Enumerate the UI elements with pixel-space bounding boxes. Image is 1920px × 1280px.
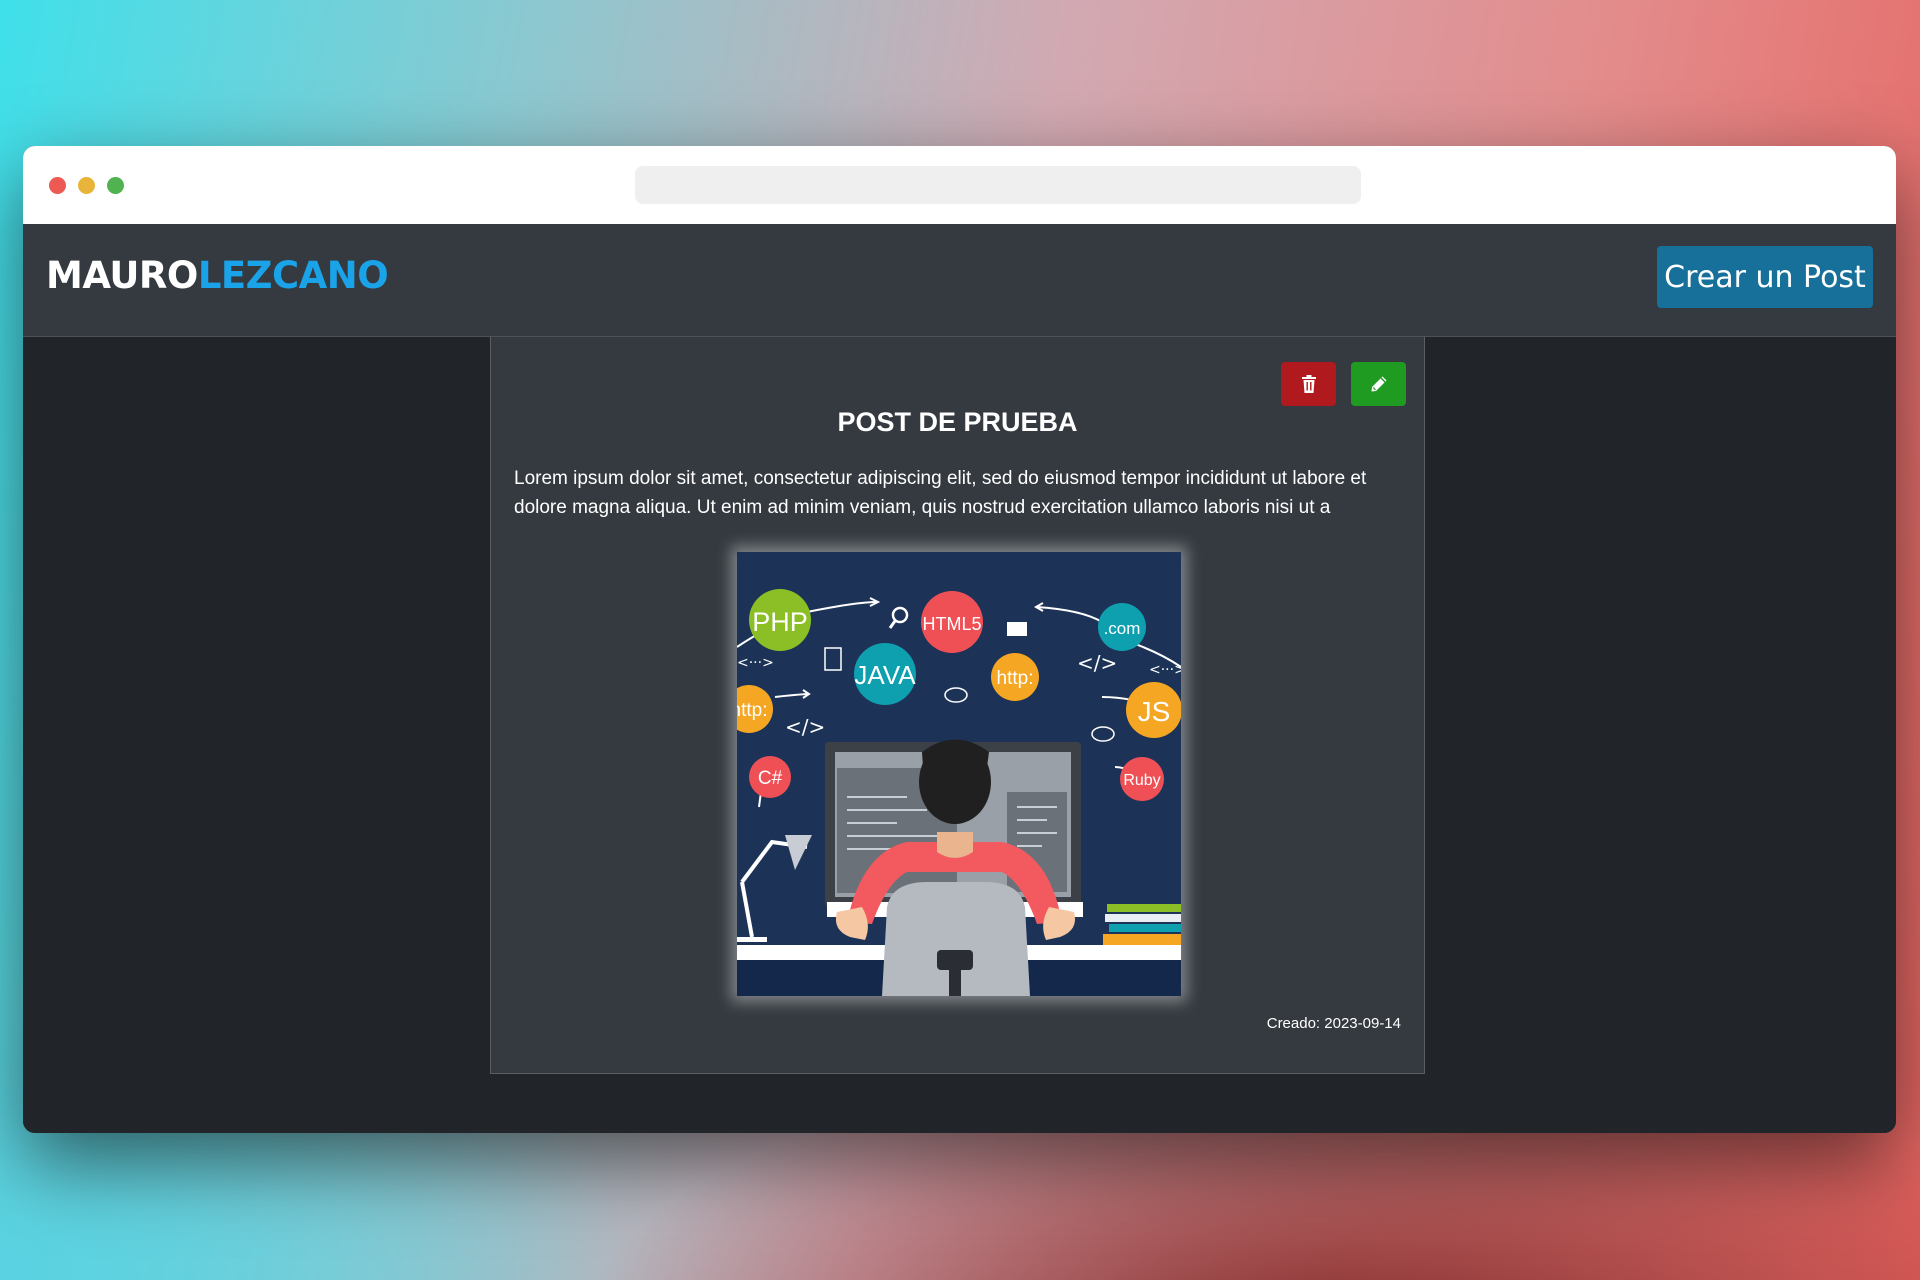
java-badge: JAVA bbox=[854, 643, 916, 705]
edit-post-button[interactable] bbox=[1351, 362, 1406, 406]
post-body: Lorem ipsum dolor sit amet, consectetur … bbox=[514, 468, 1367, 518]
html5-badge: HTML5 bbox=[921, 591, 983, 653]
svg-text:Ruby: Ruby bbox=[1123, 772, 1160, 789]
post-image: </> </> <···> <···> PHP HTML5 .com JAVA … bbox=[737, 552, 1181, 996]
browser-chrome bbox=[23, 146, 1896, 224]
create-post-button[interactable]: Crear un Post bbox=[1657, 246, 1873, 308]
navbar: MAUROLEZCANO Crear un Post bbox=[23, 224, 1896, 337]
minimize-window-dot[interactable] bbox=[78, 177, 95, 194]
trash-icon bbox=[1301, 375, 1316, 393]
svg-text:C#: C# bbox=[758, 768, 783, 789]
svg-text:HTML5: HTML5 bbox=[922, 614, 981, 634]
post-title: POST DE PRUEBA bbox=[837, 407, 1078, 437]
brand-second: LEZCANO bbox=[197, 254, 389, 297]
maximize-window-dot[interactable] bbox=[107, 177, 124, 194]
close-window-dot[interactable] bbox=[49, 177, 66, 194]
code-tag-2: </> bbox=[785, 715, 825, 739]
svg-text:http:: http: bbox=[997, 668, 1034, 689]
address-bar[interactable] bbox=[635, 166, 1361, 204]
php-badge: PHP bbox=[749, 589, 811, 651]
ruby-badge: Ruby bbox=[1120, 757, 1164, 801]
dotcom-badge: .com bbox=[1098, 603, 1146, 651]
csharp-badge: C# bbox=[749, 756, 791, 798]
code-tag-4: <···> bbox=[1149, 662, 1181, 678]
svg-text:PHP: PHP bbox=[752, 607, 808, 637]
delete-post-button[interactable] bbox=[1281, 362, 1336, 406]
brand-first: MAURO bbox=[46, 254, 198, 297]
js-badge: JS bbox=[1126, 682, 1181, 738]
svg-text:.com: .com bbox=[1104, 619, 1141, 638]
code-tag-3: <···> bbox=[737, 655, 774, 671]
browser-window: MAUROLEZCANO Crear un Post POST DE PRUEB… bbox=[23, 146, 1896, 1133]
svg-text:JS: JS bbox=[1138, 696, 1171, 727]
code-tag-1: </> bbox=[1077, 651, 1117, 675]
created-date: Creado: 2023-09-14 bbox=[1266, 1015, 1401, 1032]
brand-logo[interactable]: MAUROLEZCANO bbox=[46, 254, 389, 297]
post-card: POST DE PRUEBA Lorem ipsum dolor sit ame… bbox=[490, 337, 1425, 1074]
svg-text:JAVA: JAVA bbox=[854, 660, 916, 690]
svg-text:http:: http: bbox=[737, 700, 767, 721]
http-badge-1: http: bbox=[991, 653, 1039, 701]
main-content: POST DE PRUEBA Lorem ipsum dolor sit ame… bbox=[23, 337, 1896, 1133]
pencil-icon bbox=[1371, 376, 1386, 392]
